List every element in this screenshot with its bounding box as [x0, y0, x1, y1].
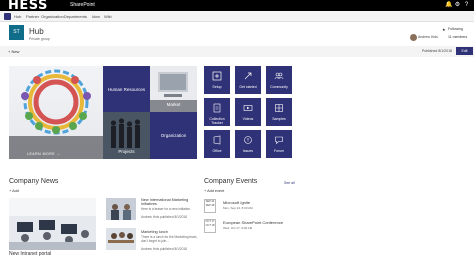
news-heading: Company News — [9, 178, 59, 185]
hero-tile-human-resources[interactable]: Human Resources — [103, 66, 150, 112]
people-icon — [274, 72, 284, 80]
hub-nav-item-idea[interactable]: Idea — [92, 14, 100, 19]
event-item[interactable]: SEP 24 SEP 28 Microsoft Ignite Mon, Sep … — [204, 199, 294, 217]
members-count[interactable]: 11 members — [448, 35, 467, 39]
rocket-icon — [244, 72, 252, 80]
news-item-1-title[interactable]: New International Marketing Initiatives — [141, 198, 199, 206]
hub-nav-item-organization[interactable]: Organization — [41, 14, 64, 19]
app-name[interactable]: SharePoint — [70, 2, 95, 8]
hero-tile-projects[interactable]: Projects — [103, 112, 150, 159]
news-item-1-body: Here is a teaser for a new initiative. — [141, 207, 191, 211]
new-button[interactable]: + New — [8, 49, 19, 54]
event-time: Mon, Sep 24, 8:00 AM — [223, 206, 253, 210]
quicklink-office[interactable]: Office — [204, 130, 230, 158]
hero-webpart: Human Resources Market Projects Organiza… — [9, 66, 197, 159]
site-header — [0, 22, 474, 46]
setup-icon — [212, 71, 222, 81]
event-title[interactable]: European SharePoint Conference — [223, 220, 283, 225]
news-item-2-title[interactable]: Marketing lunch — [141, 230, 199, 234]
site-logo[interactable]: ST — [9, 25, 24, 40]
video-icon — [243, 105, 253, 111]
avatar[interactable] — [410, 34, 417, 41]
event-title[interactable]: Microsoft Ignite — [223, 200, 250, 205]
event-date: OCT 17 OCT 18 — [204, 219, 216, 233]
published-status: Published 8/1/2018 — [422, 49, 452, 53]
following-button[interactable]: Following — [448, 27, 463, 31]
user-name: Andrew Hols — [418, 35, 438, 39]
quicklink-get-started[interactable]: Get started — [235, 66, 261, 94]
office-icon — [213, 135, 221, 145]
suite-bar: HESS SharePoint 🔔 ⚙ ? — [0, 0, 474, 13]
quicklink-collection-tracker[interactable]: Collection Tracker — [204, 98, 230, 126]
hero-tile-organization[interactable]: Organization — [150, 112, 197, 159]
quicklink-samples[interactable]: Samples — [266, 98, 292, 126]
bell-icon[interactable]: 🔔 — [445, 2, 452, 9]
news-item-1-author: Andrew Hols published 8/1/2018 — [141, 215, 187, 219]
quicklink-videos[interactable]: Videos — [235, 98, 261, 126]
quick-links: Setup Get started Community Collection T… — [204, 66, 296, 159]
learn-more-link[interactable]: LEARN MORE → — [27, 152, 61, 156]
help-icon[interactable]: ? — [463, 2, 470, 9]
hub-nav-item-hub[interactable]: Hub — [14, 14, 21, 19]
tracker-icon — [213, 103, 221, 113]
hero-tile-market[interactable]: Market — [150, 66, 197, 112]
issues-icon — [244, 136, 252, 144]
news-main-caption[interactable]: New Intranet portal — [9, 251, 51, 257]
chat-icon — [275, 136, 283, 145]
hub-nav-item-departments[interactable]: Departments — [64, 14, 87, 19]
quicklink-issues[interactable]: Issues — [235, 130, 261, 158]
gear-icon[interactable]: ⚙ — [454, 2, 461, 9]
events-see-all-link[interactable]: See all — [284, 181, 295, 185]
news-thumb-1[interactable] — [106, 198, 136, 220]
event-item[interactable]: OCT 17 OCT 18 European SharePoint Confer… — [204, 219, 294, 237]
event-time: Wed, Oct 17, 9:00 AM — [223, 226, 253, 230]
event-date: SEP 24 SEP 28 — [204, 199, 216, 213]
events-heading: Company Events — [204, 178, 258, 185]
quicklink-community[interactable]: Community — [266, 66, 292, 94]
hero-main-image[interactable] — [9, 66, 103, 159]
hub-nav-item-partner[interactable]: Partner — [26, 14, 39, 19]
quicklink-forum[interactable]: Forum — [266, 130, 292, 158]
news-thumb-2[interactable] — [106, 228, 136, 250]
news-item-2-body: There is a lunch for the Marketing team,… — [141, 235, 198, 243]
site-subtitle: Private group — [29, 37, 50, 41]
hub-nav: Hub Partner Organization Departments Ide… — [0, 11, 474, 22]
hub-logo-icon[interactable] — [4, 13, 11, 20]
quicklink-setup[interactable]: Setup — [204, 66, 230, 94]
command-bar: + New Andrew Hols Published 8/1/2018 Edi… — [0, 34, 474, 57]
news-item-2-author: Andrew Hols published 8/1/2018 — [141, 247, 187, 251]
samples-icon — [275, 104, 283, 112]
star-icon[interactable]: ★ — [442, 27, 446, 32]
news-main-image[interactable] — [9, 198, 96, 250]
news-add-button[interactable]: + Add — [9, 189, 19, 193]
site-title[interactable]: Hub — [29, 27, 44, 36]
edit-button[interactable]: Edit — [456, 47, 473, 55]
events-add-button[interactable]: + Add event — [204, 189, 224, 193]
hub-nav-item-wiki[interactable]: Wiki — [104, 14, 112, 19]
